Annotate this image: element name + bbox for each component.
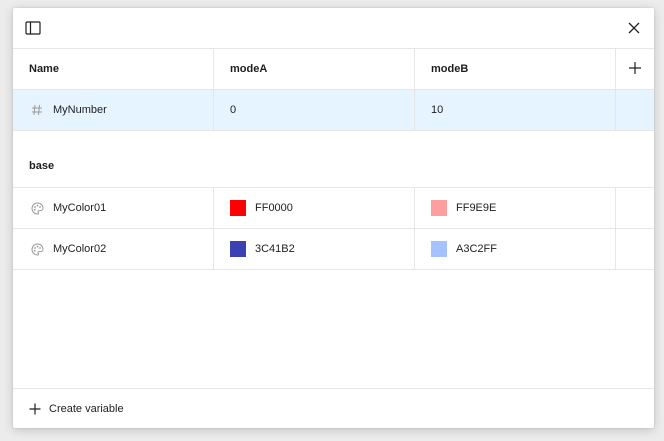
modeB-value-cell[interactable]: FF9E9E [415,188,616,228]
color-swatch[interactable] [230,241,246,257]
modeB-value: A3C2FF [456,243,497,255]
variable-name-cell[interactable]: MyNumber [13,90,214,130]
modeB-value-cell[interactable]: 10 [415,90,616,130]
variables-dialog: Name modeA modeB MyNumber 0 10 base MyCo… [13,8,654,428]
group-title: base [29,160,55,172]
variable-name: MyNumber [53,104,107,116]
dialog-footer: Create variable [13,388,654,428]
number-hash-icon [29,102,45,118]
modeB-value-cell[interactable]: A3C2FF [415,229,616,269]
table-row-mycolor01[interactable]: MyColor01 FF0000 FF9E9E [13,188,654,229]
variable-name: MyColor02 [53,243,107,255]
plus-icon [29,403,41,415]
close-icon[interactable] [622,16,646,40]
empty-cell [616,188,654,228]
modeA-value-cell[interactable]: FF0000 [214,188,415,228]
color-swatch[interactable] [431,241,447,257]
modeB-value: 10 [431,104,444,116]
variable-name-cell[interactable]: MyColor02 [13,229,214,269]
modeA-value: FF0000 [255,202,293,214]
column-header-modeB[interactable]: modeB [415,49,616,89]
table-row-mynumber[interactable]: MyNumber 0 10 [13,90,654,131]
modeA-value-cell[interactable]: 0 [214,90,415,130]
column-header-modeA[interactable]: modeA [214,49,415,89]
create-variable-button[interactable]: Create variable [29,403,124,415]
table-header-row: Name modeA modeB [13,49,654,90]
plus-icon [628,61,642,78]
variable-name: MyColor01 [53,202,107,214]
modeA-value-cell[interactable]: 3C41B2 [214,229,415,269]
color-swatch[interactable] [230,200,246,216]
create-variable-label: Create variable [49,403,124,415]
add-mode-button[interactable] [616,49,654,89]
empty-cell [616,229,654,269]
color-palette-icon [29,200,45,216]
column-header-name[interactable]: Name [13,49,214,89]
empty-cell [616,90,654,130]
modeA-value: 0 [230,104,237,116]
variable-name-cell[interactable]: MyColor01 [13,188,214,228]
color-palette-icon [29,241,45,257]
dialog-titlebar [13,8,654,49]
table-row-mycolor02[interactable]: MyColor02 3C41B2 A3C2FF [13,229,654,270]
color-swatch[interactable] [431,200,447,216]
sidebar-toggle-icon[interactable] [21,16,45,40]
modeB-value: FF9E9E [456,202,497,214]
modeA-value: 3C41B2 [255,243,295,255]
